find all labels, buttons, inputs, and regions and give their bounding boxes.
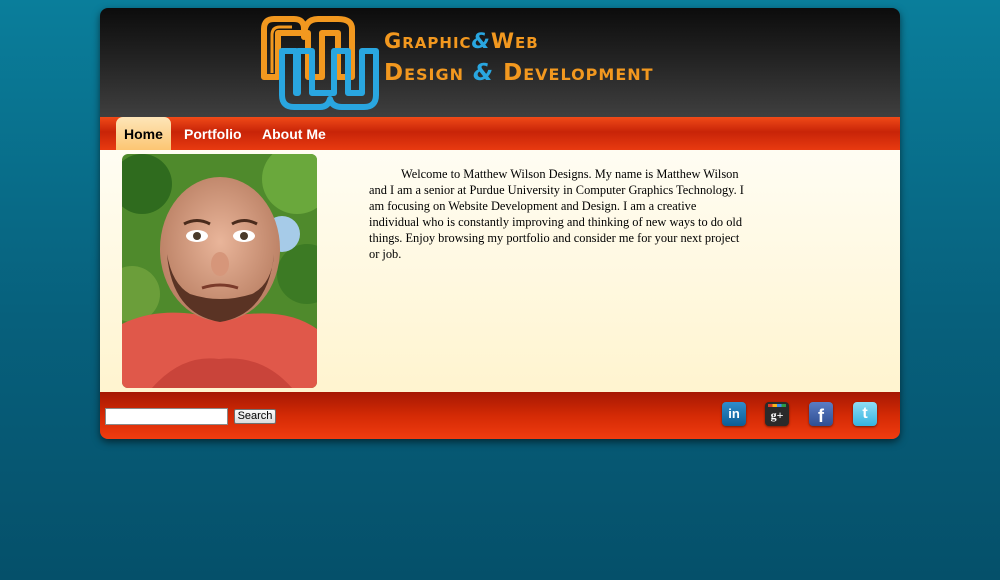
tagline-ampersand-1: & bbox=[471, 29, 491, 53]
linkedin-glyph: in bbox=[728, 406, 740, 421]
main-nav: Home Portfolio About Me bbox=[100, 117, 900, 150]
google-plus-icon[interactable]: g+ bbox=[765, 402, 789, 426]
google-plus-color-strip bbox=[768, 404, 786, 407]
nav-portfolio[interactable]: Portfolio bbox=[176, 125, 250, 150]
tagline-line-1: Graphic&Web bbox=[384, 29, 539, 53]
search-input[interactable] bbox=[105, 408, 228, 425]
site-footer: Search in g+ f t bbox=[100, 392, 900, 439]
site-container: Graphic&Web Design & Development Home Po… bbox=[100, 8, 900, 439]
site-header: Graphic&Web Design & Development bbox=[100, 8, 900, 117]
tagline-word-development: Development bbox=[503, 60, 654, 86]
nav-home[interactable]: Home bbox=[116, 117, 171, 150]
profile-photo bbox=[122, 154, 317, 388]
intro-paragraph: Welcome to Matthew Wilson Designs. My na… bbox=[369, 167, 744, 261]
tagline-line-2: Design & Development bbox=[384, 60, 654, 86]
twitter-icon[interactable]: t bbox=[853, 402, 877, 426]
tagline-word-design: Design bbox=[384, 60, 465, 86]
search-button[interactable]: Search bbox=[234, 409, 276, 424]
tagline-ampersand-2: & bbox=[473, 60, 495, 86]
mw-logo[interactable] bbox=[260, 15, 380, 111]
linkedin-icon[interactable]: in bbox=[722, 402, 746, 426]
twitter-glyph: t bbox=[862, 405, 868, 422]
facebook-glyph: f bbox=[818, 406, 824, 426]
nav-about-me[interactable]: About Me bbox=[254, 125, 334, 150]
tagline-word-graphic: Graphic bbox=[384, 29, 472, 53]
main-content: Welcome to Matthew Wilson Designs. My na… bbox=[100, 150, 900, 392]
tagline-word-web: Web bbox=[490, 29, 539, 53]
facebook-icon[interactable]: f bbox=[809, 402, 833, 426]
